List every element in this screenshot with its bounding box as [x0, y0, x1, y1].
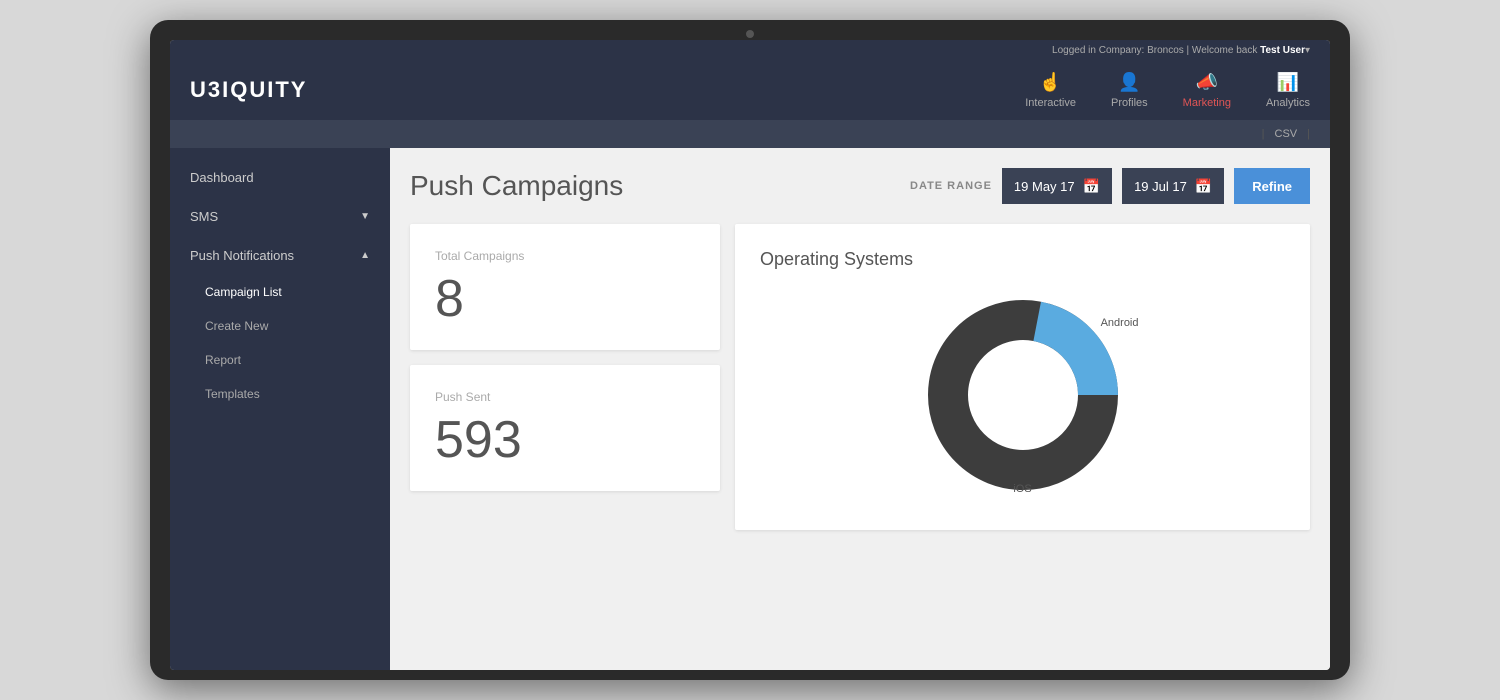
refine-button[interactable]: Refine	[1234, 168, 1310, 204]
calendar-from-icon: 📅	[1083, 178, 1100, 195]
ios-label: iOS	[1013, 483, 1031, 495]
sidebar-sub-item-create-new[interactable]: Create New	[170, 309, 390, 343]
sidebar-item-sms[interactable]: SMS ▼	[170, 197, 390, 236]
screen: Logged in Company: Broncos | Welcome bac…	[170, 40, 1330, 670]
camera-dot	[746, 30, 754, 38]
interactive-label: Interactive	[1025, 97, 1076, 109]
logged-in-label: Logged in Company: Broncos | Welcome bac…	[1052, 45, 1257, 56]
sidebar-item-dashboard[interactable]: Dashboard	[170, 158, 390, 197]
username: Test User	[1260, 45, 1305, 56]
sidebar-sub-item-report[interactable]: Report	[170, 343, 390, 377]
nav-item-profiles[interactable]: 👤 Profiles	[1111, 72, 1148, 109]
cards-row: Total Campaigns 8 Push Sent 593 Operatin…	[410, 224, 1310, 530]
total-campaigns-card: Total Campaigns 8	[410, 224, 720, 350]
csv-button[interactable]: CSV	[1275, 128, 1298, 140]
page-title: Push Campaigns	[410, 170, 623, 202]
total-campaigns-value: 8	[435, 273, 695, 325]
sms-chevron-icon: ▼	[360, 211, 370, 222]
page-header: Push Campaigns DATE RANGE 19 May 17 📅 19…	[410, 168, 1310, 204]
user-dropdown-icon[interactable]: ▾	[1305, 45, 1310, 56]
date-range-area: DATE RANGE 19 May 17 📅 19 Jul 17 📅 Refin…	[910, 168, 1310, 204]
os-chart-card: Operating Systems	[735, 224, 1310, 530]
push-chevron-icon: ▲	[360, 250, 370, 261]
sidebar-sub-item-campaign-list[interactable]: Campaign List	[170, 275, 390, 309]
profiles-label: Profiles	[1111, 97, 1148, 109]
date-from-value: 19 May 17	[1014, 179, 1075, 194]
android-label: Android	[1097, 315, 1143, 331]
laptop-frame: Logged in Company: Broncos | Welcome bac…	[150, 20, 1350, 680]
app-logo: U3IQUITY	[190, 77, 307, 103]
content-area: Push Campaigns DATE RANGE 19 May 17 📅 19…	[390, 148, 1330, 670]
date-from-input[interactable]: 19 May 17 📅	[1002, 168, 1112, 204]
push-sent-value: 593	[435, 414, 695, 466]
nav-item-marketing[interactable]: 📣 Marketing	[1183, 72, 1231, 109]
nav-item-analytics[interactable]: 📊 Analytics	[1266, 72, 1310, 109]
top-nav-bar: U3IQUITY ☝ Interactive 👤 Profiles 📣 Mark…	[170, 60, 1330, 120]
marketing-icon: 📣	[1196, 72, 1218, 93]
nav-item-interactive[interactable]: ☝ Interactive	[1025, 72, 1076, 109]
sidebar-item-push-notifications[interactable]: Push Notifications ▲	[170, 236, 390, 275]
chart-area: Android iOS	[760, 285, 1285, 505]
total-campaigns-label: Total Campaigns	[435, 249, 695, 263]
push-sent-card: Push Sent 593	[410, 365, 720, 491]
sidebar: Dashboard SMS ▼ Push Notifications ▲ Cam…	[170, 148, 390, 670]
analytics-icon: 📊	[1277, 72, 1299, 93]
sidebar-sub-item-templates[interactable]: Templates	[170, 377, 390, 411]
chart-title: Operating Systems	[760, 249, 1285, 270]
user-bar: Logged in Company: Broncos | Welcome bac…	[170, 40, 1330, 60]
donut-chart: Android iOS	[913, 285, 1133, 505]
push-sent-label: Push Sent	[435, 390, 695, 404]
interactive-icon: ☝	[1039, 72, 1061, 93]
profiles-icon: 👤	[1118, 72, 1140, 93]
analytics-label: Analytics	[1266, 97, 1310, 109]
separator2: |	[1307, 128, 1310, 140]
date-to-input[interactable]: 19 Jul 17 📅	[1122, 168, 1224, 204]
date-to-value: 19 Jul 17	[1134, 179, 1187, 194]
sms-label: SMS	[190, 209, 218, 224]
secondary-bar: | CSV |	[170, 120, 1330, 148]
stats-column: Total Campaigns 8 Push Sent 593	[410, 224, 720, 530]
push-notifications-label: Push Notifications	[190, 248, 294, 263]
date-range-label: DATE RANGE	[910, 180, 992, 192]
main-content: Dashboard SMS ▼ Push Notifications ▲ Cam…	[170, 148, 1330, 670]
nav-items: ☝ Interactive 👤 Profiles 📣 Marketing 📊 A…	[1025, 72, 1310, 109]
marketing-label: Marketing	[1183, 97, 1231, 109]
separator: |	[1262, 128, 1265, 140]
calendar-to-icon: 📅	[1195, 178, 1212, 195]
